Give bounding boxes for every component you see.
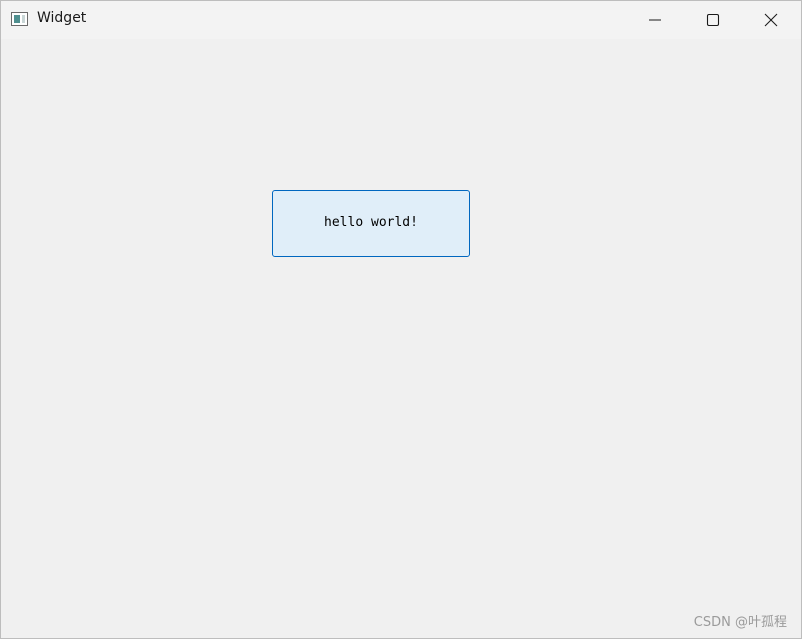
close-icon <box>764 13 778 27</box>
window-title: Widget <box>37 10 87 26</box>
title-bar[interactable]: Widget <box>1 1 801 39</box>
hello-world-button-label: hello world! <box>324 215 418 230</box>
csdn-watermark: CSDN @叶孤程 <box>693 615 787 630</box>
app-icon-pane <box>14 15 20 23</box>
close-button[interactable] <box>742 1 800 39</box>
hello-world-button[interactable]: hello world! <box>272 190 470 257</box>
app-icon-pane-secondary <box>22 15 25 23</box>
window-app-icon[interactable] <box>11 12 28 26</box>
minimize-icon <box>649 19 661 21</box>
minimize-button[interactable] <box>626 1 684 39</box>
maximize-icon <box>706 13 720 27</box>
app-window: Widget hello world! CSDN @叶孤程 <box>0 0 802 639</box>
widget-client-area: hello world! CSDN @叶孤程 <box>1 39 801 638</box>
maximize-button[interactable] <box>684 1 742 39</box>
